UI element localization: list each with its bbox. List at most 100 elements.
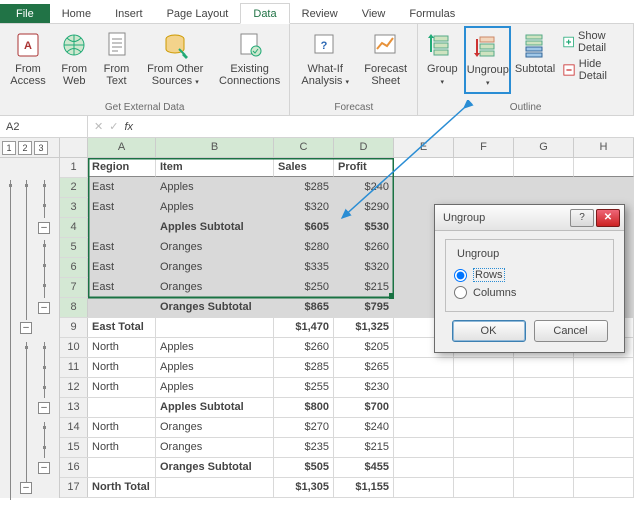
tab-data[interactable]: Data: [240, 3, 289, 24]
show-detail-button[interactable]: Show Detail: [559, 28, 629, 56]
cell-D5[interactable]: $260: [334, 238, 394, 257]
row-header-14[interactable]: 14: [60, 418, 88, 437]
cell-F17[interactable]: [454, 478, 514, 497]
cell-D11[interactable]: $265: [334, 358, 394, 377]
outline-collapse-apples-east[interactable]: –: [38, 222, 50, 234]
cell-C9[interactable]: $1,470: [274, 318, 334, 337]
cell-H12[interactable]: [574, 378, 634, 397]
cell-A7[interactable]: East: [88, 278, 156, 297]
outline-collapse-oranges-north[interactable]: –: [38, 462, 50, 474]
row-header-10[interactable]: 10: [60, 338, 88, 357]
cell-D14[interactable]: $240: [334, 418, 394, 437]
cell-G1[interactable]: [514, 158, 574, 177]
col-header-E[interactable]: E: [394, 138, 454, 157]
tab-home[interactable]: Home: [50, 4, 103, 23]
row-header-15[interactable]: 15: [60, 438, 88, 457]
cell-C13[interactable]: $800: [274, 398, 334, 417]
outline-level-2[interactable]: 2: [18, 141, 32, 155]
formula-input[interactable]: [139, 116, 634, 137]
cell-B11[interactable]: Apples: [156, 358, 274, 377]
from-other-sources-button[interactable]: From Other Sources ▾: [139, 26, 212, 92]
cell-A12[interactable]: North: [88, 378, 156, 397]
row-header-17[interactable]: 17: [60, 478, 88, 497]
cell-F2[interactable]: [454, 178, 514, 197]
cell-D8[interactable]: $795: [334, 298, 394, 317]
cell-G14[interactable]: [514, 418, 574, 437]
radio-rows[interactable]: Rows: [454, 266, 605, 284]
cell-D1[interactable]: Profit: [334, 158, 394, 177]
cell-D13[interactable]: $700: [334, 398, 394, 417]
cell-B16[interactable]: Oranges Subtotal: [156, 458, 274, 477]
row-header-5[interactable]: 5: [60, 238, 88, 257]
cell-G15[interactable]: [514, 438, 574, 457]
cell-D15[interactable]: $215: [334, 438, 394, 457]
cell-D3[interactable]: $290: [334, 198, 394, 217]
cell-E13[interactable]: [394, 398, 454, 417]
cell-D6[interactable]: $320: [334, 258, 394, 277]
what-if-analysis-button[interactable]: ? What-If Analysis ▾: [294, 26, 356, 92]
cell-B6[interactable]: Oranges: [156, 258, 274, 277]
enter-formula-icon[interactable]: ✓: [109, 120, 118, 133]
row-header-6[interactable]: 6: [60, 258, 88, 277]
cell-H1[interactable]: [574, 158, 634, 177]
cell-H13[interactable]: [574, 398, 634, 417]
cell-C2[interactable]: $285: [274, 178, 334, 197]
cell-C11[interactable]: $285: [274, 358, 334, 377]
cell-C16[interactable]: $505: [274, 458, 334, 477]
from-access-button[interactable]: A From Access: [4, 26, 52, 90]
cell-H16[interactable]: [574, 458, 634, 477]
tab-view[interactable]: View: [350, 4, 398, 23]
ungroup-button[interactable]: Ungroup▾: [464, 26, 511, 94]
cell-C17[interactable]: $1,305: [274, 478, 334, 497]
cell-D9[interactable]: $1,325: [334, 318, 394, 337]
cell-D12[interactable]: $230: [334, 378, 394, 397]
cell-H14[interactable]: [574, 418, 634, 437]
row-header-1[interactable]: 1: [60, 158, 88, 177]
from-text-button[interactable]: From Text: [97, 26, 137, 90]
col-header-H[interactable]: H: [574, 138, 634, 157]
dialog-close-button[interactable]: ✕: [596, 209, 620, 227]
name-box[interactable]: A2: [0, 116, 88, 137]
cell-A10[interactable]: North: [88, 338, 156, 357]
col-header-C[interactable]: C: [274, 138, 334, 157]
cancel-button[interactable]: Cancel: [534, 320, 608, 342]
cell-A1[interactable]: Region: [88, 158, 156, 177]
cell-D17[interactable]: $1,155: [334, 478, 394, 497]
cell-H15[interactable]: [574, 438, 634, 457]
forecast-sheet-button[interactable]: Forecast Sheet: [358, 26, 413, 90]
cell-A17[interactable]: North Total: [88, 478, 156, 497]
cell-A5[interactable]: East: [88, 238, 156, 257]
col-header-G[interactable]: G: [514, 138, 574, 157]
cell-C1[interactable]: Sales: [274, 158, 334, 177]
cell-H2[interactable]: [574, 178, 634, 197]
row-header-12[interactable]: 12: [60, 378, 88, 397]
radio-rows-input[interactable]: [454, 269, 467, 282]
cell-G2[interactable]: [514, 178, 574, 197]
row-header-8[interactable]: 8: [60, 298, 88, 317]
cell-B5[interactable]: Oranges: [156, 238, 274, 257]
cell-C12[interactable]: $255: [274, 378, 334, 397]
cell-D7[interactable]: $215: [334, 278, 394, 297]
cell-B8[interactable]: Oranges Subtotal: [156, 298, 274, 317]
select-all-corner[interactable]: [60, 138, 88, 157]
cell-A13[interactable]: [88, 398, 156, 417]
tab-file[interactable]: File: [0, 4, 50, 23]
cell-C10[interactable]: $260: [274, 338, 334, 357]
cell-F15[interactable]: [454, 438, 514, 457]
outline-collapse-apples-north[interactable]: –: [38, 402, 50, 414]
cell-B15[interactable]: Oranges: [156, 438, 274, 457]
cell-E17[interactable]: [394, 478, 454, 497]
cell-A16[interactable]: [88, 458, 156, 477]
cell-A3[interactable]: East: [88, 198, 156, 217]
cell-A15[interactable]: North: [88, 438, 156, 457]
cell-D10[interactable]: $205: [334, 338, 394, 357]
cell-F12[interactable]: [454, 378, 514, 397]
cell-C4[interactable]: $605: [274, 218, 334, 237]
row-header-2[interactable]: 2: [60, 178, 88, 197]
cell-D16[interactable]: $455: [334, 458, 394, 477]
hide-detail-button[interactable]: Hide Detail: [559, 56, 629, 84]
cell-D4[interactable]: $530: [334, 218, 394, 237]
col-header-A[interactable]: A: [88, 138, 156, 157]
cell-E11[interactable]: [394, 358, 454, 377]
cell-F14[interactable]: [454, 418, 514, 437]
